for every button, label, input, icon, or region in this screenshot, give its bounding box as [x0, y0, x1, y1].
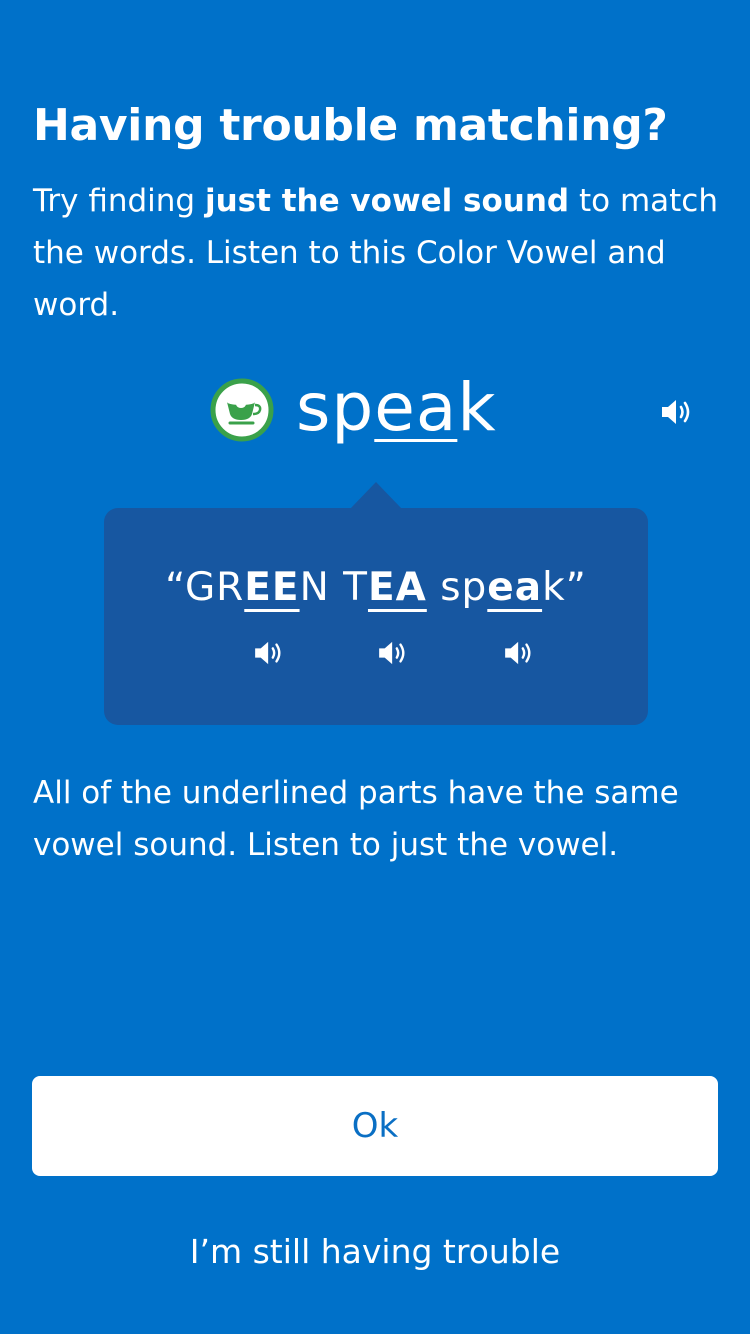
word-after: k: [457, 369, 497, 446]
intro-bold: just the vowel sound: [204, 183, 570, 219]
close-quote: ”: [565, 565, 587, 610]
page-title: Having trouble matching?: [33, 100, 668, 151]
color-vowel-phrase: “GREEN TEA speak”: [104, 560, 648, 616]
phrase-word3-vowel: ea: [487, 565, 543, 610]
phrase-word2-before: T: [343, 565, 368, 610]
phrase-word1-before: GR: [184, 565, 245, 610]
phrase-word3-before: sp: [440, 565, 488, 610]
phrase-word1-vowel: EE: [244, 565, 300, 610]
intro-text: Try finding just the vowel sound to matc…: [33, 175, 723, 331]
color-vowel-word-row: speak: [0, 360, 750, 460]
play-speak-speaker-icon[interactable]: [503, 640, 537, 666]
word-vowel: ea: [374, 369, 458, 446]
phrase-word3-after: k: [542, 565, 566, 610]
phrase-word1-after: N: [299, 565, 330, 610]
open-quote: “: [165, 565, 185, 610]
still-having-trouble-link[interactable]: I’m still having trouble: [0, 1224, 750, 1280]
explanation-text: All of the underlined parts have the sam…: [33, 775, 679, 863]
phrase-speaker-row: [0, 640, 750, 670]
play-tea-speaker-icon[interactable]: [377, 640, 411, 666]
play-green-speaker-icon[interactable]: [253, 640, 287, 666]
play-word-speaker-icon[interactable]: [660, 398, 696, 426]
phrase-card: [104, 508, 648, 725]
phrase-word2-vowel: EA: [367, 565, 427, 610]
intro-prefix: Try finding: [33, 183, 205, 219]
word-before: sp: [296, 369, 375, 446]
target-word: speak: [296, 366, 497, 450]
green-tea-cup-icon: [210, 378, 274, 442]
ok-button[interactable]: Ok: [32, 1076, 718, 1176]
tooltip-arrow: [350, 482, 402, 509]
